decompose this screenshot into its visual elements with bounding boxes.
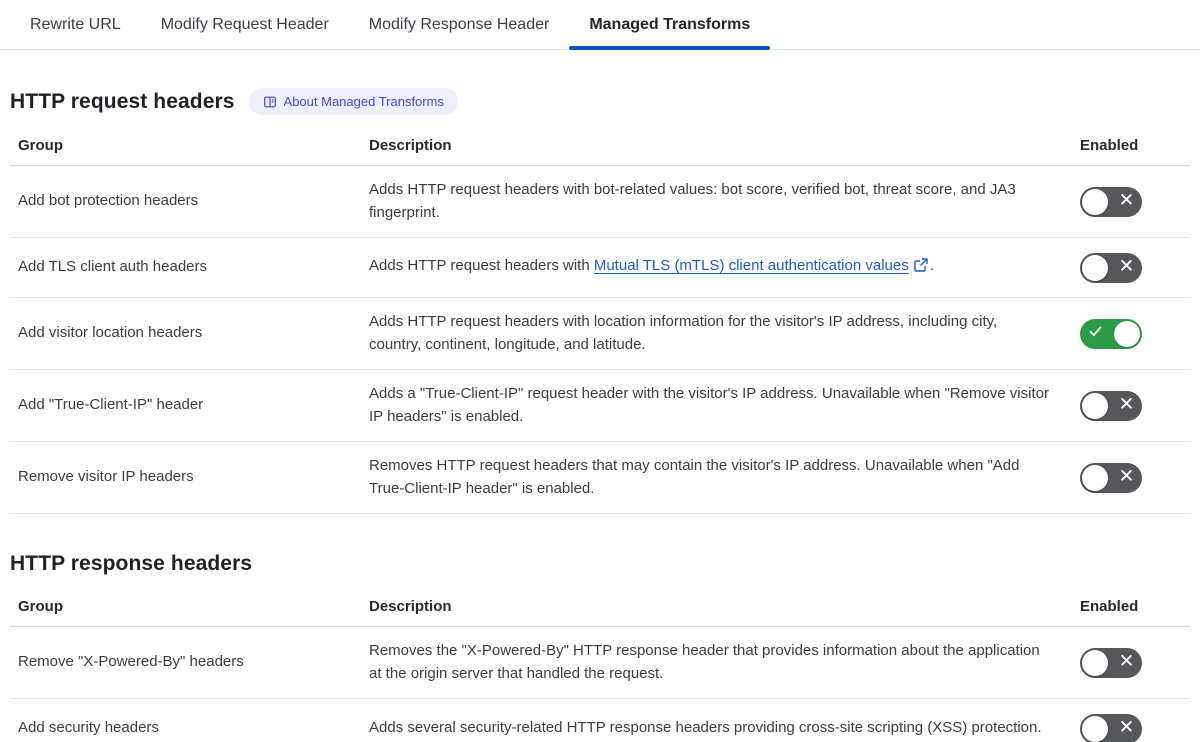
response-headers-title: HTTP response headers — [10, 552, 253, 575]
description-text: . — [929, 257, 934, 275]
group-cell: Remove visitor IP headers — [10, 441, 361, 514]
group-cell: Add "True-Client-IP" header — [10, 369, 361, 442]
tab-managed-transforms[interactable]: Managed Transforms — [569, 0, 771, 50]
column-header-description: Description — [361, 127, 1080, 166]
group-cell: Add bot protection headers — [10, 165, 361, 238]
group-cell: Add TLS client auth headers — [10, 237, 361, 298]
toggle-add-bot-protection-headers[interactable] — [1080, 186, 1142, 217]
group-cell: Add security headers — [10, 698, 361, 742]
x-icon — [1120, 651, 1133, 674]
tab-modify-response-header[interactable]: Modify Response Header — [349, 0, 570, 49]
description-cell: Adds HTTP request headers with bot-relat… — [361, 165, 1080, 238]
toggle-add-tls-client-auth-headers[interactable] — [1080, 252, 1142, 283]
description-cell: Removes HTTP request headers that may co… — [361, 441, 1080, 514]
toggle-knob — [1082, 188, 1108, 215]
x-icon — [1120, 190, 1133, 213]
response-headers-table: Group Description Enabled Remove "X-Powe… — [10, 588, 1190, 742]
description-text: Adds HTTP request headers with — [369, 257, 594, 275]
toggle-remove-x-powered-by-headers[interactable] — [1080, 647, 1142, 678]
x-icon — [1120, 466, 1133, 489]
request-headers-table: Group Description Enabled Add bot protec… — [10, 127, 1190, 514]
column-header-description: Description — [361, 588, 1080, 627]
x-icon — [1120, 394, 1133, 417]
table-row: Add bot protection headers Adds HTTP req… — [10, 165, 1190, 238]
description-cell: Adds HTTP request headers with Mutual TL… — [361, 237, 1080, 298]
toggle-knob — [1082, 715, 1108, 742]
description-cell: Adds several security-related HTTP respo… — [361, 698, 1080, 742]
table-row: Remove "X-Powered-By" headers Removes th… — [10, 626, 1190, 699]
table-row: Add TLS client auth headers Adds HTTP re… — [10, 237, 1190, 298]
toggle-add-security-headers[interactable] — [1080, 713, 1142, 742]
check-icon — [1089, 322, 1102, 345]
toggle-knob — [1082, 254, 1108, 281]
tab-rewrite-url[interactable]: Rewrite URL — [10, 0, 141, 49]
description-cell: Removes the "X-Powered-By" HTTP response… — [361, 626, 1080, 699]
mtls-values-link[interactable]: Mutual TLS (mTLS) client authentication … — [594, 257, 909, 274]
badge-label: About Managed Transforms — [283, 94, 444, 109]
group-cell: Add visitor location headers — [10, 297, 361, 370]
toggle-add-visitor-location-headers[interactable] — [1080, 318, 1142, 349]
table-row: Remove visitor IP headers Removes HTTP r… — [10, 441, 1190, 514]
toggle-knob — [1082, 392, 1108, 419]
description-cell: Adds HTTP request headers with location … — [361, 297, 1080, 370]
column-header-enabled: Enabled — [1080, 127, 1190, 166]
table-row: Add visitor location headers Adds HTTP r… — [10, 297, 1190, 370]
toggle-remove-visitor-ip-headers[interactable] — [1080, 462, 1142, 493]
about-managed-transforms-badge[interactable]: About Managed Transforms — [248, 88, 458, 115]
table-row: Add "True-Client-IP" header Adds a "True… — [10, 369, 1190, 442]
main-content: HTTP request headers About Managed Trans… — [0, 88, 1200, 742]
toggle-add-true-client-ip-header[interactable] — [1080, 390, 1142, 421]
tab-bar: Rewrite URL Modify Request Header Modify… — [0, 0, 1200, 50]
description-cell: Adds a "True-Client-IP" request header w… — [361, 369, 1080, 442]
toggle-knob — [1082, 464, 1108, 491]
external-link-icon — [914, 258, 928, 276]
tab-modify-request-header[interactable]: Modify Request Header — [141, 0, 349, 49]
toggle-knob — [1114, 320, 1140, 347]
column-header-group: Group — [10, 127, 361, 166]
book-icon — [263, 95, 277, 109]
request-headers-title: HTTP request headers — [10, 89, 235, 113]
x-icon — [1120, 717, 1133, 740]
toggle-knob — [1082, 649, 1108, 676]
column-header-group: Group — [10, 588, 361, 627]
table-row: Add security headers Adds several securi… — [10, 698, 1190, 742]
group-cell: Remove "X-Powered-By" headers — [10, 626, 361, 699]
x-icon — [1120, 256, 1133, 279]
column-header-enabled: Enabled — [1080, 588, 1190, 627]
